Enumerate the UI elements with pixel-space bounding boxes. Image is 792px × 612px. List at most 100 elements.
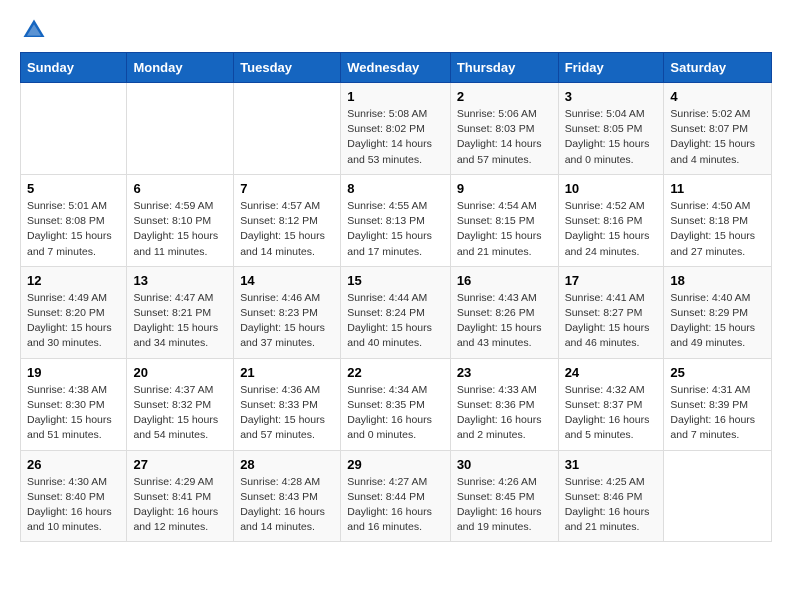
calendar-cell: 1 Sunrise: 5:08 AM Sunset: 8:02 PM Daylig…: [341, 83, 451, 175]
day-header-sunday: Sunday: [21, 53, 127, 83]
day-number: 29: [347, 457, 444, 472]
calendar-cell: 24 Sunrise: 4:32 AM Sunset: 8:37 PM Dayli…: [558, 358, 664, 450]
day-info: Sunrise: 4:41 AM Sunset: 8:27 PM Dayligh…: [565, 291, 658, 352]
calendar-cell: [127, 83, 234, 175]
day-number: 31: [565, 457, 658, 472]
day-number: 6: [133, 181, 227, 196]
calendar-cell: 15 Sunrise: 4:44 AM Sunset: 8:24 PM Dayli…: [341, 266, 451, 358]
day-info: Sunrise: 4:28 AM Sunset: 8:43 PM Dayligh…: [240, 475, 334, 536]
calendar-cell: 30 Sunrise: 4:26 AM Sunset: 8:45 PM Dayli…: [450, 450, 558, 542]
day-info: Sunrise: 5:02 AM Sunset: 8:07 PM Dayligh…: [670, 107, 765, 168]
day-info: Sunrise: 5:08 AM Sunset: 8:02 PM Dayligh…: [347, 107, 444, 168]
day-info: Sunrise: 4:43 AM Sunset: 8:26 PM Dayligh…: [457, 291, 552, 352]
day-number: 13: [133, 273, 227, 288]
calendar-cell: 25 Sunrise: 4:31 AM Sunset: 8:39 PM Dayli…: [664, 358, 772, 450]
day-info: Sunrise: 4:54 AM Sunset: 8:15 PM Dayligh…: [457, 199, 552, 260]
day-number: 22: [347, 365, 444, 380]
day-number: 10: [565, 181, 658, 196]
day-number: 24: [565, 365, 658, 380]
calendar-cell: 3 Sunrise: 5:04 AM Sunset: 8:05 PM Daylig…: [558, 83, 664, 175]
day-header-thursday: Thursday: [450, 53, 558, 83]
day-number: 12: [27, 273, 120, 288]
calendar-cell: 4 Sunrise: 5:02 AM Sunset: 8:07 PM Daylig…: [664, 83, 772, 175]
day-number: 1: [347, 89, 444, 104]
day-info: Sunrise: 4:33 AM Sunset: 8:36 PM Dayligh…: [457, 383, 552, 444]
day-number: 2: [457, 89, 552, 104]
day-number: 27: [133, 457, 227, 472]
calendar-cell: 10 Sunrise: 4:52 AM Sunset: 8:16 PM Dayli…: [558, 174, 664, 266]
day-number: 4: [670, 89, 765, 104]
day-info: Sunrise: 5:01 AM Sunset: 8:08 PM Dayligh…: [27, 199, 120, 260]
calendar-cell: 29 Sunrise: 4:27 AM Sunset: 8:44 PM Dayli…: [341, 450, 451, 542]
calendar-cell: 14 Sunrise: 4:46 AM Sunset: 8:23 PM Dayli…: [234, 266, 341, 358]
day-number: 3: [565, 89, 658, 104]
day-number: 14: [240, 273, 334, 288]
day-number: 17: [565, 273, 658, 288]
day-info: Sunrise: 4:27 AM Sunset: 8:44 PM Dayligh…: [347, 475, 444, 536]
day-number: 25: [670, 365, 765, 380]
day-number: 11: [670, 181, 765, 196]
day-info: Sunrise: 4:29 AM Sunset: 8:41 PM Dayligh…: [133, 475, 227, 536]
day-info: Sunrise: 4:34 AM Sunset: 8:35 PM Dayligh…: [347, 383, 444, 444]
calendar-week-row: 19 Sunrise: 4:38 AM Sunset: 8:30 PM Dayli…: [21, 358, 772, 450]
calendar-cell: 19 Sunrise: 4:38 AM Sunset: 8:30 PM Dayli…: [21, 358, 127, 450]
day-number: 18: [670, 273, 765, 288]
calendar-cell: 13 Sunrise: 4:47 AM Sunset: 8:21 PM Dayli…: [127, 266, 234, 358]
calendar-cell: 17 Sunrise: 4:41 AM Sunset: 8:27 PM Dayli…: [558, 266, 664, 358]
day-info: Sunrise: 4:36 AM Sunset: 8:33 PM Dayligh…: [240, 383, 334, 444]
day-header-friday: Friday: [558, 53, 664, 83]
calendar-cell: [664, 450, 772, 542]
day-info: Sunrise: 4:30 AM Sunset: 8:40 PM Dayligh…: [27, 475, 120, 536]
calendar-cell: 28Sunrise: 4:28 AM Sunset: 8:43 PM Dayli…: [234, 450, 341, 542]
day-info: Sunrise: 4:59 AM Sunset: 8:10 PM Dayligh…: [133, 199, 227, 260]
day-header-saturday: Saturday: [664, 53, 772, 83]
logo-icon: [20, 16, 48, 44]
calendar-cell: 21 Sunrise: 4:36 AM Sunset: 8:33 PM Dayli…: [234, 358, 341, 450]
day-number: 21: [240, 365, 334, 380]
calendar-cell: 11 Sunrise: 4:50 AM Sunset: 8:18 PM Dayli…: [664, 174, 772, 266]
day-info: Sunrise: 4:55 AM Sunset: 8:13 PM Dayligh…: [347, 199, 444, 260]
day-number: 23: [457, 365, 552, 380]
calendar-cell: 18 Sunrise: 4:40 AM Sunset: 8:29 PM Dayli…: [664, 266, 772, 358]
day-number: 15: [347, 273, 444, 288]
page-header: [20, 16, 772, 44]
calendar-cell: 7 Sunrise: 4:57 AM Sunset: 8:12 PM Daylig…: [234, 174, 341, 266]
day-number: 20: [133, 365, 227, 380]
calendar-cell: 31Sunrise: 4:25 AM Sunset: 8:46 PM Dayli…: [558, 450, 664, 542]
calendar-table: SundayMondayTuesdayWednesdayThursdayFrid…: [20, 52, 772, 542]
day-number: 19: [27, 365, 120, 380]
day-header-tuesday: Tuesday: [234, 53, 341, 83]
calendar-cell: 8 Sunrise: 4:55 AM Sunset: 8:13 PM Daylig…: [341, 174, 451, 266]
calendar-cell: 12Sunrise: 4:49 AM Sunset: 8:20 PM Dayli…: [21, 266, 127, 358]
day-number: 16: [457, 273, 552, 288]
calendar-week-row: 1 Sunrise: 5:08 AM Sunset: 8:02 PM Daylig…: [21, 83, 772, 175]
calendar-cell: 6 Sunrise: 4:59 AM Sunset: 8:10 PM Daylig…: [127, 174, 234, 266]
day-info: Sunrise: 4:40 AM Sunset: 8:29 PM Dayligh…: [670, 291, 765, 352]
day-info: Sunrise: 4:46 AM Sunset: 8:23 PM Dayligh…: [240, 291, 334, 352]
day-info: Sunrise: 4:50 AM Sunset: 8:18 PM Dayligh…: [670, 199, 765, 260]
day-number: 7: [240, 181, 334, 196]
calendar-cell: 27 Sunrise: 4:29 AM Sunset: 8:41 PM Dayli…: [127, 450, 234, 542]
day-info: Sunrise: 5:04 AM Sunset: 8:05 PM Dayligh…: [565, 107, 658, 168]
calendar-cell: [21, 83, 127, 175]
day-info: Sunrise: 4:52 AM Sunset: 8:16 PM Dayligh…: [565, 199, 658, 260]
calendar-cell: 9Sunrise: 4:54 AM Sunset: 8:15 PM Daylig…: [450, 174, 558, 266]
day-number: 30: [457, 457, 552, 472]
calendar-cell: 2 Sunrise: 5:06 AM Sunset: 8:03 PM Daylig…: [450, 83, 558, 175]
day-info: Sunrise: 4:26 AM Sunset: 8:45 PM Dayligh…: [457, 475, 552, 536]
day-number: 8: [347, 181, 444, 196]
day-header-monday: Monday: [127, 53, 234, 83]
day-info: Sunrise: 4:57 AM Sunset: 8:12 PM Dayligh…: [240, 199, 334, 260]
day-info: Sunrise: 4:32 AM Sunset: 8:37 PM Dayligh…: [565, 383, 658, 444]
day-info: Sunrise: 4:38 AM Sunset: 8:30 PM Dayligh…: [27, 383, 120, 444]
day-number: 26: [27, 457, 120, 472]
day-info: Sunrise: 4:31 AM Sunset: 8:39 PM Dayligh…: [670, 383, 765, 444]
calendar-cell: 26 Sunrise: 4:30 AM Sunset: 8:40 PM Dayli…: [21, 450, 127, 542]
day-info: Sunrise: 5:06 AM Sunset: 8:03 PM Dayligh…: [457, 107, 552, 168]
day-info: Sunrise: 4:44 AM Sunset: 8:24 PM Dayligh…: [347, 291, 444, 352]
day-info: Sunrise: 4:47 AM Sunset: 8:21 PM Dayligh…: [133, 291, 227, 352]
day-header-wednesday: Wednesday: [341, 53, 451, 83]
calendar-cell: 5Sunrise: 5:01 AM Sunset: 8:08 PM Daylig…: [21, 174, 127, 266]
calendar-week-row: 26 Sunrise: 4:30 AM Sunset: 8:40 PM Dayli…: [21, 450, 772, 542]
calendar-cell: [234, 83, 341, 175]
